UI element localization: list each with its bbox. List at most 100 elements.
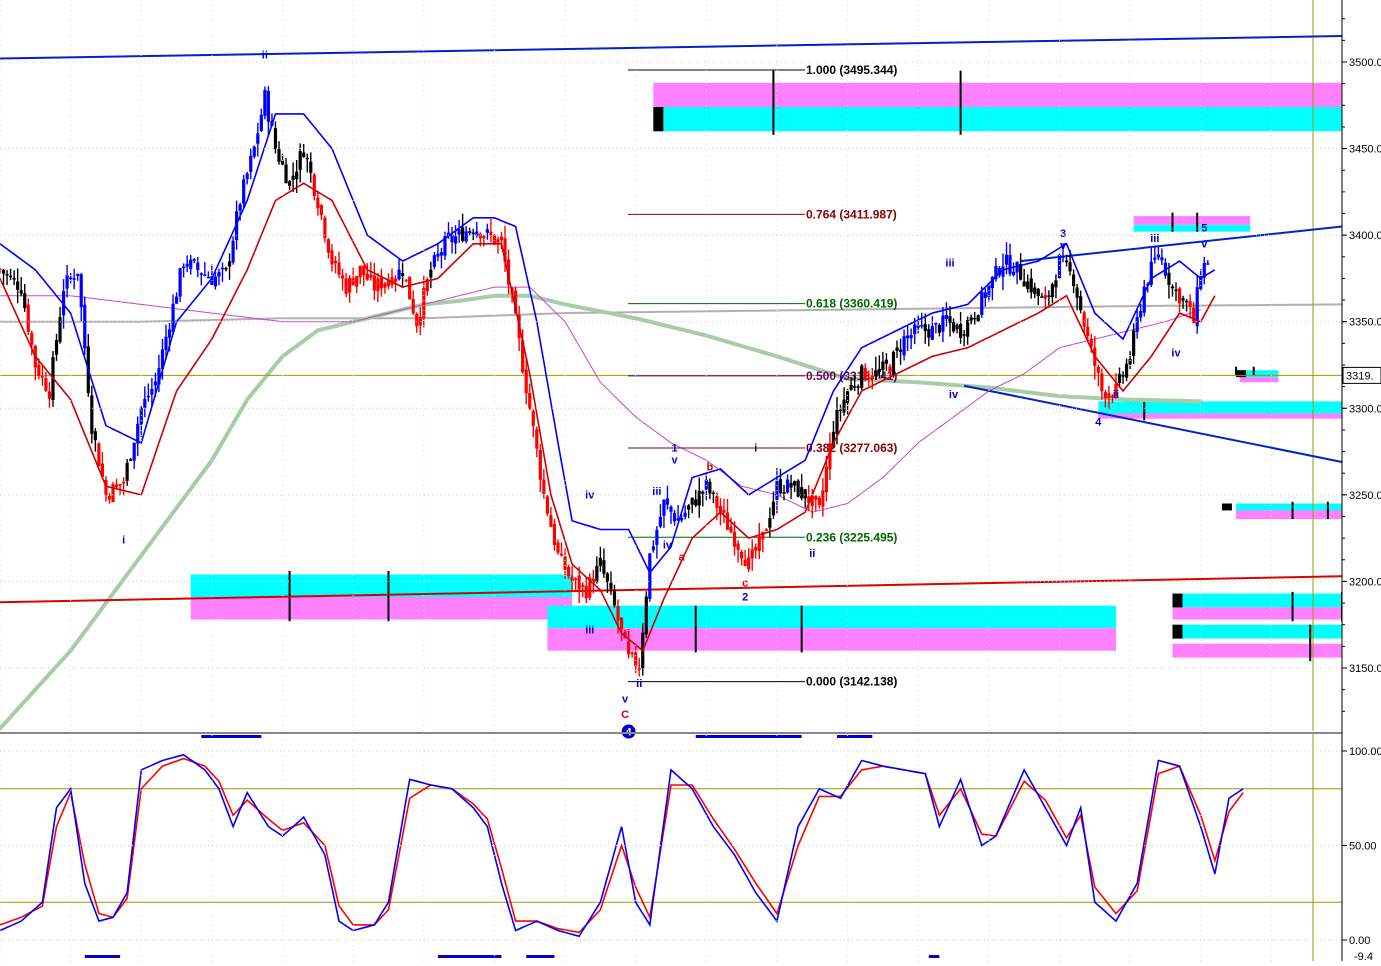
candle-body xyxy=(1064,260,1069,263)
price-tick-label-4: 3300.00 xyxy=(1349,403,1381,415)
candle-body xyxy=(348,277,352,293)
candle-body xyxy=(231,240,235,263)
candle-body xyxy=(146,395,150,398)
candle-body xyxy=(845,391,850,404)
signal-top-1 xyxy=(695,735,802,738)
candle-body xyxy=(768,517,772,528)
candle-body xyxy=(542,479,546,494)
candle-body xyxy=(496,239,500,243)
wave-label-4: i xyxy=(627,628,630,640)
wave-label-11: 1 xyxy=(671,443,677,455)
candle-body xyxy=(877,368,881,373)
candle-body xyxy=(79,274,83,308)
candle-body xyxy=(909,334,913,339)
candle-body xyxy=(937,325,941,333)
candle-body xyxy=(729,526,733,533)
zone-anchor-0 xyxy=(653,107,664,132)
wave-label-10: iv xyxy=(663,540,673,552)
candle-body xyxy=(8,275,13,278)
price-tick-label-7: 3150.00 xyxy=(1349,663,1381,675)
candle-body xyxy=(874,370,878,377)
candle-body xyxy=(627,641,631,655)
candle-body xyxy=(227,261,232,267)
candle-body xyxy=(44,378,48,391)
candle-body xyxy=(616,605,620,621)
candle-body xyxy=(778,479,783,494)
zone-rect-5 xyxy=(547,628,1116,651)
candle-body xyxy=(584,585,588,599)
wave-label-14: a xyxy=(679,552,686,564)
candle-body xyxy=(199,273,203,275)
candle-body xyxy=(740,551,744,559)
wave-label-24: ii xyxy=(1113,389,1119,401)
candle-body xyxy=(266,90,270,122)
candle-body xyxy=(83,304,87,349)
candle-body xyxy=(485,229,489,233)
wave-label-16: 2 xyxy=(742,591,748,603)
candle-body xyxy=(143,398,147,408)
candle-body xyxy=(415,313,419,326)
candle-body xyxy=(47,391,52,399)
candle-body xyxy=(1082,312,1086,327)
candle-body xyxy=(1153,257,1157,260)
candle-body xyxy=(408,276,412,300)
candle-body xyxy=(757,536,761,551)
candle-body xyxy=(602,560,606,574)
candle-body xyxy=(337,262,341,275)
candle-body xyxy=(927,329,931,338)
candle-body xyxy=(295,171,299,180)
candle-body xyxy=(577,575,581,590)
candle-body xyxy=(280,160,285,165)
candle-body xyxy=(669,506,673,512)
zone-rect-11 xyxy=(1236,510,1342,520)
candle-body xyxy=(122,481,126,484)
candle-body xyxy=(256,133,260,144)
candle-body xyxy=(1192,307,1196,324)
fib-label-4: 0.382 (3277.063) xyxy=(806,441,897,455)
candle-body xyxy=(524,369,528,394)
candle-body xyxy=(1170,286,1175,289)
candle-body xyxy=(920,324,924,327)
candle-body xyxy=(471,232,475,235)
candle-body xyxy=(793,481,797,486)
candle-body xyxy=(566,566,571,577)
fib-label-2: 0.618 (3360.419) xyxy=(806,297,897,311)
candle-body xyxy=(1174,289,1178,292)
candle-body xyxy=(217,271,221,277)
candle-body xyxy=(722,509,726,513)
candle-body xyxy=(206,276,210,279)
candle-body xyxy=(372,275,376,291)
candle-body xyxy=(549,515,553,527)
wave-label-21: 3 xyxy=(1060,228,1066,240)
candle-body xyxy=(1206,263,1210,265)
candle-body xyxy=(1033,287,1037,294)
candle-body xyxy=(941,315,945,332)
candle-body xyxy=(76,273,80,276)
candle-body xyxy=(263,89,267,116)
candle-body xyxy=(803,489,807,499)
candle-body xyxy=(785,479,790,493)
candle-body xyxy=(118,484,122,486)
candle-body xyxy=(570,576,574,582)
candle-body xyxy=(245,173,249,180)
zone-rect-8 xyxy=(1098,401,1342,414)
candle-body xyxy=(651,546,655,551)
candle-body xyxy=(457,229,461,235)
zone-anchor-3 xyxy=(1221,503,1232,511)
signal-bottom-2 xyxy=(526,955,555,958)
candle-body xyxy=(259,114,263,131)
zone-rect-3 xyxy=(190,597,573,620)
candle-body xyxy=(369,274,373,278)
candle-body xyxy=(821,490,825,507)
wave-label-9: iii xyxy=(652,486,661,498)
candle-body xyxy=(291,175,295,180)
price-chart[interactable]: 1.000 (3495.344) 0.764 (3411.987) 0.618 (3… xyxy=(0,0,1381,963)
candle-body xyxy=(464,231,468,242)
candle-body xyxy=(312,174,316,196)
candle-body xyxy=(1072,274,1076,286)
candle-body xyxy=(1047,295,1051,297)
candle-body xyxy=(736,543,740,551)
candle-body xyxy=(132,442,136,461)
candle-body xyxy=(167,329,172,338)
wave-label-7: C xyxy=(621,709,629,721)
